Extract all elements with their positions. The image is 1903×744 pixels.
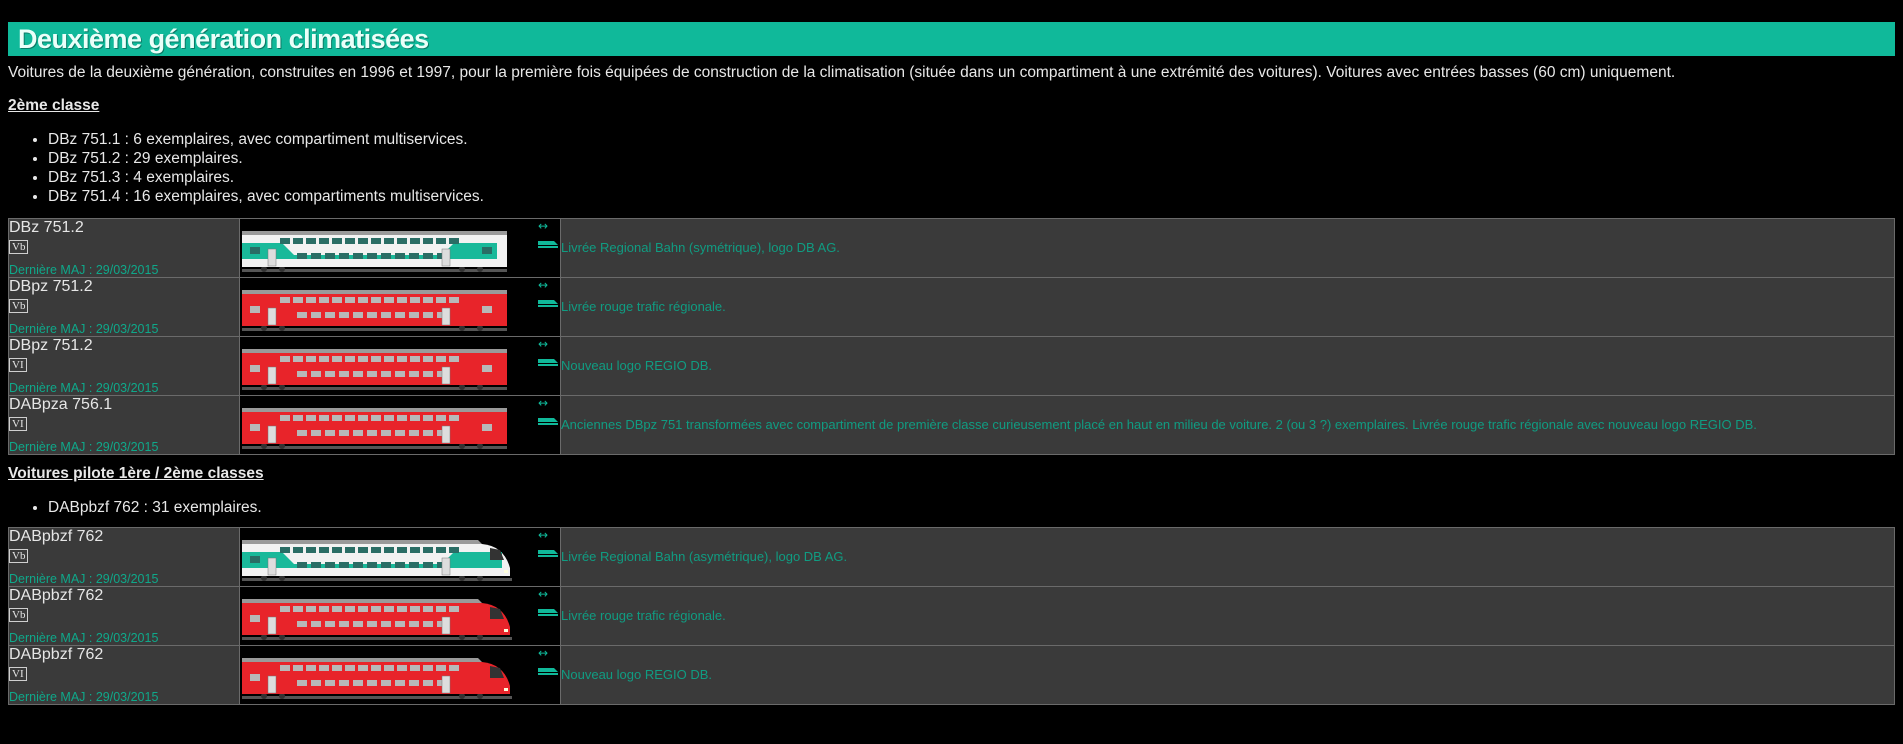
car-description-cell: Livrée rouge trafic régionale. — [560, 277, 1895, 337]
car-description: Livrée rouge trafic régionale. — [561, 608, 726, 623]
svg-text:↔: ↔ — [538, 337, 548, 351]
table-row: DABpbzf 762 VI Dernière MAJ : 29/03/2015 ↔ N… — [8, 645, 1895, 705]
table-row: DBz 751.2 Vb Dernière MAJ : 29/03/2015 ↔ Liv… — [8, 218, 1895, 278]
coach-drawing-icon — [242, 599, 512, 640]
orientation-arrow-icon: ↔ — [538, 396, 558, 425]
car-image-cell[interactable]: ↔ — [239, 586, 561, 646]
car-description: Nouveau logo REGIO DB. — [561, 358, 713, 373]
car-description-cell: Nouveau logo REGIO DB. — [560, 645, 1895, 705]
section2-table: DABpbzf 762 Vb Dernière MAJ : 29/03/2015 ↔ L… — [8, 527, 1895, 705]
table-row: DABpbzf 762 Vb Dernière MAJ : 29/03/2015 ↔ L… — [8, 527, 1895, 587]
table-row: DABpza 756.1 VI Dernière MAJ : 29/03/2015 ↔… — [8, 395, 1895, 455]
orientation-arrow-icon: ↔ — [538, 587, 558, 616]
list-item: DABpbzf 762 : 31 exemplaires. — [48, 498, 1895, 517]
epoch-badge: Vb — [9, 240, 29, 254]
coach-drawing-icon — [242, 231, 507, 272]
car-description-cell: Livrée Regional Bahn (symétrique), logo … — [560, 218, 1895, 278]
table-row: DABpbzf 762 Vb Dernière MAJ : 29/03/2015 ↔ L… — [8, 586, 1895, 646]
last-update-date: Dernière MAJ : 29/03/2015 — [9, 572, 159, 586]
last-update-date: Dernière MAJ : 29/03/2015 — [9, 322, 159, 336]
last-update-date: Dernière MAJ : 29/03/2015 — [9, 690, 159, 704]
car-description: Livrée Regional Bahn (asymétrique), logo… — [561, 549, 848, 564]
car-description: Livrée rouge trafic régionale. — [561, 299, 726, 314]
coach-drawing-icon — [242, 349, 507, 390]
coach-drawing-icon — [242, 290, 507, 331]
section-banner: Deuxième génération climatisées — [8, 22, 1895, 56]
table-row: DBpz 751.2 Vb Dernière MAJ : 29/03/2015 ↔ Li… — [8, 277, 1895, 337]
list-item: DBz 751.4 : 16 exemplaires, avec compart… — [48, 187, 1895, 206]
coach-drawing-icon — [242, 540, 512, 581]
car-image-cell[interactable]: ↔ — [239, 645, 561, 705]
car-name: DBpz 751.2 — [9, 337, 93, 354]
car-description: Anciennes DBpz 751 transformées avec com… — [561, 417, 1757, 432]
car-description-cell: Livrée rouge trafic régionale. — [560, 586, 1895, 646]
orientation-arrow-icon: ↔ — [538, 337, 558, 366]
orientation-arrow-icon: ↔ — [538, 528, 558, 557]
last-update-date: Dernière MAJ : 29/03/2015 — [9, 263, 159, 277]
car-info-cell: DABpbzf 762 VI Dernière MAJ : 29/03/2015 — [8, 645, 240, 705]
section1-list: DBz 751.1 : 6 exemplaires, avec comparti… — [8, 130, 1895, 206]
car-image-cell[interactable]: ↔ — [239, 527, 561, 587]
car-name: DBpz 751.2 — [9, 278, 93, 295]
car-name: DABpbzf 762 — [9, 528, 104, 545]
car-info-cell: DABpbzf 762 Vb Dernière MAJ : 29/03/2015 — [8, 527, 240, 587]
list-item: DBz 751.1 : 6 exemplaires, avec comparti… — [48, 130, 1895, 149]
svg-text:↔: ↔ — [538, 587, 548, 601]
car-image-cell[interactable]: ↔ — [239, 336, 561, 396]
car-name: DABpbzf 762 — [9, 587, 104, 604]
car-info-cell: DABpbzf 762 Vb Dernière MAJ : 29/03/2015 — [8, 586, 240, 646]
page: Deuxième génération climatisées Voitures… — [0, 0, 1903, 705]
intro-paragraph: Voitures de la deuxième génération, cons… — [8, 64, 1676, 81]
car-description: Livrée Regional Bahn (symétrique), logo … — [561, 240, 840, 255]
car-description-cell: Nouveau logo REGIO DB. — [560, 336, 1895, 396]
epoch-badge: VI — [9, 417, 27, 431]
car-info-cell: DBpz 751.2 VI Dernière MAJ : 29/03/2015 — [8, 336, 240, 396]
last-update-date: Dernière MAJ : 29/03/2015 — [9, 631, 159, 645]
svg-text:↔: ↔ — [538, 278, 548, 292]
coach-drawing-icon — [242, 658, 512, 699]
epoch-badge: VI — [9, 358, 27, 372]
svg-text:↔: ↔ — [538, 396, 548, 410]
last-update-date: Dernière MAJ : 29/03/2015 — [9, 381, 159, 395]
coach-drawing-icon — [242, 408, 507, 449]
car-name: DABpza 756.1 — [9, 396, 113, 413]
section2-list: DABpbzf 762 : 31 exemplaires. — [8, 498, 1895, 517]
list-item: DBz 751.2 : 29 exemplaires. — [48, 149, 1895, 168]
car-info-cell: DABpza 756.1 VI Dernière MAJ : 29/03/2015 — [8, 395, 240, 455]
svg-text:↔: ↔ — [538, 219, 548, 233]
car-image-cell[interactable]: ↔ — [239, 218, 561, 278]
epoch-badge: Vb — [9, 299, 29, 313]
car-image-cell[interactable]: ↔ — [239, 277, 561, 337]
last-update-date: Dernière MAJ : 29/03/2015 — [9, 440, 159, 454]
epoch-badge: Vb — [9, 608, 29, 622]
car-description-cell: Livrée Regional Bahn (asymétrique), logo… — [560, 527, 1895, 587]
orientation-arrow-icon: ↔ — [538, 219, 558, 248]
car-description: Nouveau logo REGIO DB. — [561, 667, 713, 682]
car-info-cell: DBz 751.2 Vb Dernière MAJ : 29/03/2015 — [8, 218, 240, 278]
svg-text:↔: ↔ — [538, 528, 548, 542]
epoch-badge: VI — [9, 667, 27, 681]
orientation-arrow-icon: ↔ — [538, 278, 558, 307]
list-item: DBz 751.3 : 4 exemplaires. — [48, 168, 1895, 187]
section1-heading: 2ème classe — [8, 97, 100, 114]
car-description-cell: Anciennes DBpz 751 transformées avec com… — [560, 395, 1895, 455]
section1-table: DBz 751.2 Vb Dernière MAJ : 29/03/2015 ↔ Liv… — [8, 218, 1895, 455]
orientation-arrow-icon: ↔ — [538, 646, 558, 675]
car-name: DABpbzf 762 — [9, 646, 104, 663]
epoch-badge: Vb — [9, 549, 29, 563]
section2-heading: Voitures pilote 1ère / 2ème classes — [8, 465, 264, 482]
svg-text:↔: ↔ — [538, 646, 548, 660]
section-title: Deuxième génération climatisées — [18, 23, 429, 54]
car-info-cell: DBpz 751.2 Vb Dernière MAJ : 29/03/2015 — [8, 277, 240, 337]
table-row: DBpz 751.2 VI Dernière MAJ : 29/03/2015 ↔ No… — [8, 336, 1895, 396]
car-name: DBz 751.2 — [9, 219, 84, 236]
car-image-cell[interactable]: ↔ — [239, 395, 561, 455]
